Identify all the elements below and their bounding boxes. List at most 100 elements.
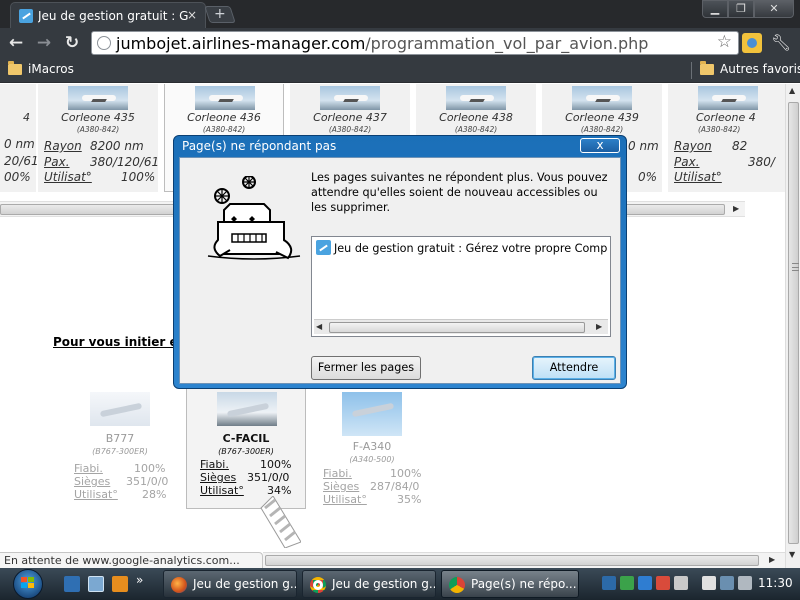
list-horizontal-scrollbar[interactable]: ◀ ▶: [314, 319, 608, 334]
taskbar-item-firefox[interactable]: Jeu de gestion g...: [163, 570, 297, 598]
windows-flag-icon: [21, 577, 35, 589]
zotero-icon[interactable]: [602, 576, 616, 590]
browser-toolbar: ← → ↻ jumbojet.airlines-manager.com/prog…: [0, 28, 800, 58]
fleet-plane-card[interactable]: F-A340 (A340-500) Fiabi. 100% Sièges 287…: [312, 388, 432, 510]
bookmark-imacros[interactable]: iMacros: [28, 62, 74, 76]
security-icon[interactable]: [656, 576, 670, 590]
bookmark-other-favorites[interactable]: Autres favoris: [720, 62, 800, 76]
scroll-right-arrow-icon[interactable]: ▶: [769, 555, 775, 564]
globe-icon: [97, 36, 111, 50]
aircraft-card[interactable]: Corleone 435 (A380-842) Rayon 8200 nm Pa…: [38, 84, 159, 192]
scroll-down-arrow-icon[interactable]: ▼: [789, 550, 795, 559]
network-green-icon[interactable]: [620, 576, 634, 590]
reload-icon[interactable]: ↻: [61, 32, 83, 54]
scroll-left-arrow-icon[interactable]: ◀: [316, 322, 322, 331]
unresponsive-pages-list[interactable]: Jeu de gestion gratuit : Gérez votre pro…: [311, 236, 611, 337]
volume-icon[interactable]: [738, 576, 752, 590]
firefox-icon: [171, 577, 187, 593]
taskbar-item-dialog[interactable]: Page(s) ne répo...: [441, 570, 579, 598]
bookmarks-separator: [691, 62, 692, 79]
page-vertical-scrollbar[interactable]: ▲ ▼: [785, 84, 800, 568]
aircraft-card[interactable]: 4 0 nm 20/61 00%: [0, 84, 39, 192]
forward-arrow-icon[interactable]: →: [33, 32, 55, 54]
switch-windows-icon[interactable]: [88, 576, 104, 592]
aircraft-model: (A380-842): [454, 125, 498, 134]
back-arrow-icon[interactable]: ←: [5, 32, 27, 54]
folder-icon: [700, 61, 714, 75]
aircraft-model: (A380-842): [202, 125, 246, 134]
aircraft-name: Corleone 437: [313, 111, 387, 124]
power-icon[interactable]: [702, 576, 716, 590]
fleet-plane-card[interactable]: B777 (B767-300ER) Fiabi. 100% Sièges 351…: [60, 388, 180, 510]
aircraft-image: [217, 392, 277, 426]
new-tab-button[interactable]: +: [204, 6, 236, 23]
aircraft-image: [342, 392, 402, 436]
network-icon[interactable]: [720, 576, 734, 590]
aircraft-image: [572, 86, 632, 110]
aircraft-image: [90, 392, 150, 426]
aircraft-name: Corleone 439: [565, 111, 639, 124]
aircraft-name: Corleone 435: [61, 111, 135, 124]
wait-button[interactable]: Attendre: [532, 356, 616, 380]
show-desktop-icon[interactable]: [64, 576, 80, 592]
extension-icon[interactable]: [742, 33, 762, 53]
folder-icon: [8, 61, 22, 75]
messenger-icon[interactable]: [638, 576, 652, 590]
start-button[interactable]: [6, 568, 50, 600]
scroll-right-arrow-icon[interactable]: ▶: [596, 322, 602, 331]
scroll-up-arrow-icon[interactable]: ▲: [789, 86, 795, 95]
clock[interactable]: 11:30: [758, 576, 793, 590]
dialog-body: Les pages suivantes ne répondent plus. V…: [179, 157, 621, 384]
maximize-button[interactable]: ❐: [728, 0, 754, 18]
aircraft-model: (A380-842): [76, 125, 120, 134]
scrollbar-thumb[interactable]: [265, 555, 759, 566]
status-bubble: En attente de www.google-analytics.com..…: [0, 552, 263, 568]
aircraft-name: Corleone 438: [439, 111, 513, 124]
scrollbar-thumb[interactable]: [788, 102, 799, 544]
bookmark-star-icon[interactable]: ☆: [717, 32, 732, 52]
address-bar[interactable]: jumbojet.airlines-manager.com/programmat…: [91, 31, 739, 55]
chrome-icon: [310, 577, 326, 593]
window-close-button[interactable]: ✕: [754, 0, 794, 18]
aircraft-image: [446, 86, 506, 110]
dialog-message: Les pages suivantes ne répondent plus. V…: [311, 171, 608, 214]
scrollbar-thumb[interactable]: [329, 322, 585, 333]
windows-taskbar: » Jeu de gestion g... Jeu de gestion g..…: [0, 568, 800, 600]
media-player-icon[interactable]: [112, 576, 128, 592]
close-pages-button[interactable]: Fermer les pages: [311, 356, 421, 380]
dialog-title: Page(s) ne répondant pas: [182, 139, 337, 153]
fleet-plane-card-selected[interactable]: C-FACIL (B767-300ER) Fiabi. 100% Sièges …: [186, 387, 306, 509]
list-item[interactable]: Jeu de gestion gratuit : Gérez votre pro…: [316, 240, 608, 256]
system-tray: 11:30: [598, 568, 800, 600]
chrome-icon: [449, 577, 465, 593]
scroll-right-arrow-icon[interactable]: ▶: [733, 204, 739, 213]
aircraft-name: Corleone 436: [187, 111, 261, 124]
page-horizontal-scrollbar[interactable]: ▶: [263, 552, 785, 568]
aircraft-image: [195, 86, 255, 110]
site-favicon-icon: [19, 9, 33, 23]
frozen-tab-icon: [207, 176, 301, 260]
aircraft-name: Corleone 4: [696, 111, 756, 124]
selection-pointer-icon: [260, 496, 301, 548]
aircraft-image: [68, 86, 128, 110]
quicklaunch-more-icon[interactable]: »: [136, 573, 143, 587]
wrench-menu-icon[interactable]: 🔧︎: [770, 32, 792, 54]
aircraft-model: (A380-842): [698, 125, 741, 134]
aircraft-image: [320, 86, 380, 110]
gear-icon[interactable]: [674, 576, 688, 590]
taskbar-item-chrome[interactable]: Jeu de gestion g...: [302, 570, 436, 598]
url-text: jumbojet.airlines-manager.com/programmat…: [116, 34, 649, 53]
aircraft-card[interactable]: Corleone 4 (A380-842) Rayon 82 Pax. 380/…: [668, 84, 785, 192]
aircraft-image: [698, 86, 758, 110]
plus-icon: +: [213, 6, 226, 22]
tab-title: Jeu de gestion gratuit : G...: [38, 9, 188, 23]
minimize-button[interactable]: ▁: [702, 0, 728, 18]
bookmarks-bar: iMacros Autres favoris: [0, 58, 800, 83]
site-favicon-icon: [316, 240, 331, 255]
aircraft-model: (A380-842): [580, 125, 624, 134]
dialog-close-button[interactable]: x: [580, 138, 620, 153]
browser-tab[interactable]: Jeu de gestion gratuit : G... ×: [10, 2, 206, 28]
tab-strip: Jeu de gestion gratuit : G... × + ▁ ❐ ✕: [0, 0, 800, 28]
tab-close-icon[interactable]: ×: [185, 8, 199, 22]
aircraft-model: (A380-842): [328, 125, 372, 134]
